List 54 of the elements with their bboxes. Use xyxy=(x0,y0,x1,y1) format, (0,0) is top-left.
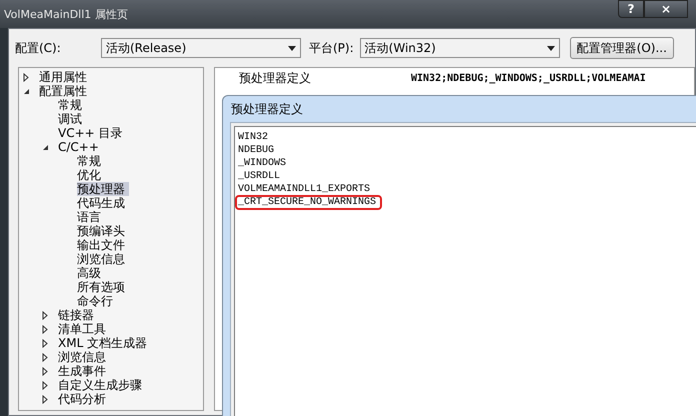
tree-item[interactable]: 代码生成 xyxy=(77,196,129,210)
tree-item[interactable]: 高级 xyxy=(77,266,105,280)
platform-label: 平台(P): xyxy=(309,40,354,57)
tree-item[interactable]: 输出文件 xyxy=(77,238,129,252)
definition-line: _USRDLL xyxy=(237,171,282,182)
window-title: VolMeaMainDll1 属性页 xyxy=(4,7,129,23)
expand-arrow-icon[interactable] xyxy=(42,366,48,376)
tree-item[interactable]: 调试 xyxy=(58,112,86,126)
tree-item[interactable]: 预处理器 xyxy=(77,182,129,196)
definition-line: NDEBUG xyxy=(237,145,276,156)
tree-item[interactable]: 链接器 xyxy=(58,308,98,322)
help-button[interactable]: ? xyxy=(618,0,644,18)
expand-arrow-icon[interactable] xyxy=(42,394,48,404)
tree-item[interactable]: 语言 xyxy=(77,210,105,224)
definition-line: VOLMEAMAINDLL1_EXPORTS xyxy=(237,184,372,195)
tree-item[interactable]: 所有选项 xyxy=(77,280,129,294)
tree-item[interactable]: 常规 xyxy=(77,154,105,168)
dropdown-arrow-icon xyxy=(546,46,555,50)
tree-item[interactable]: 自定义生成步骤 xyxy=(58,378,146,392)
expand-arrow-icon[interactable] xyxy=(42,310,48,320)
tree-item[interactable]: VC++ 目录 xyxy=(58,126,127,140)
tree-item[interactable]: 通用属性 xyxy=(39,70,91,84)
expand-arrow-icon[interactable] xyxy=(42,338,48,348)
definition-line: WIN32 xyxy=(237,132,270,143)
tree-item[interactable]: 生成事件 xyxy=(58,364,110,378)
config-label: 配置(C): xyxy=(15,40,62,57)
tree-item[interactable]: 代码分析 xyxy=(58,392,110,406)
collapse-arrow-icon[interactable] xyxy=(42,144,49,150)
dropdown[interactable]: 活动(Win32) xyxy=(360,38,560,58)
tree-item[interactable]: 浏览信息 xyxy=(58,350,110,364)
tree-item[interactable]: XML 文档生成器 xyxy=(58,336,152,350)
definition-line: _WINDOWS xyxy=(237,158,288,169)
definition-line: _CRT_SECURE_NO_WARNINGS xyxy=(237,197,380,208)
expand-arrow-icon[interactable] xyxy=(42,352,48,362)
expand-arrow-icon[interactable] xyxy=(23,72,29,82)
config-manager-button[interactable]: 配置管理器(O)... xyxy=(570,37,674,59)
definitions-text-area[interactable]: WIN32 NDEBUG _WINDOWS _USRDLL VOLMEAMAINDLL1_EXPORTS _CRT_SECURE_NO_WARNINGS xyxy=(234,126,696,416)
expand-arrow-icon[interactable] xyxy=(42,324,48,334)
dropdown-arrow-icon xyxy=(288,46,296,50)
expand-arrow-icon[interactable] xyxy=(42,380,48,390)
tree-item[interactable]: 配置属性 xyxy=(39,84,91,98)
tree-item[interactable]: 预编译头 xyxy=(77,224,129,238)
tree-item[interactable]: 浏览信息 xyxy=(77,252,129,266)
tree-item[interactable]: C/C++ xyxy=(58,140,103,154)
dialog-title: 预处理器定义 xyxy=(231,101,303,118)
dropdown[interactable]: 活动(Release) xyxy=(101,38,301,58)
property-name: 预处理器定义 xyxy=(238,70,312,87)
property-value[interactable]: WIN32;NDEBUG;_WINDOWS;_USRDLL;VOLMEAMAI xyxy=(411,70,646,86)
collapse-arrow-icon[interactable] xyxy=(23,88,30,94)
tree-item[interactable]: 清单工具 xyxy=(58,322,110,336)
close-button[interactable]: × xyxy=(644,0,688,18)
tree-item[interactable]: 常规 xyxy=(58,98,86,112)
tree-item[interactable]: 命令行 xyxy=(77,294,117,308)
tree-item[interactable]: 优化 xyxy=(77,168,105,182)
